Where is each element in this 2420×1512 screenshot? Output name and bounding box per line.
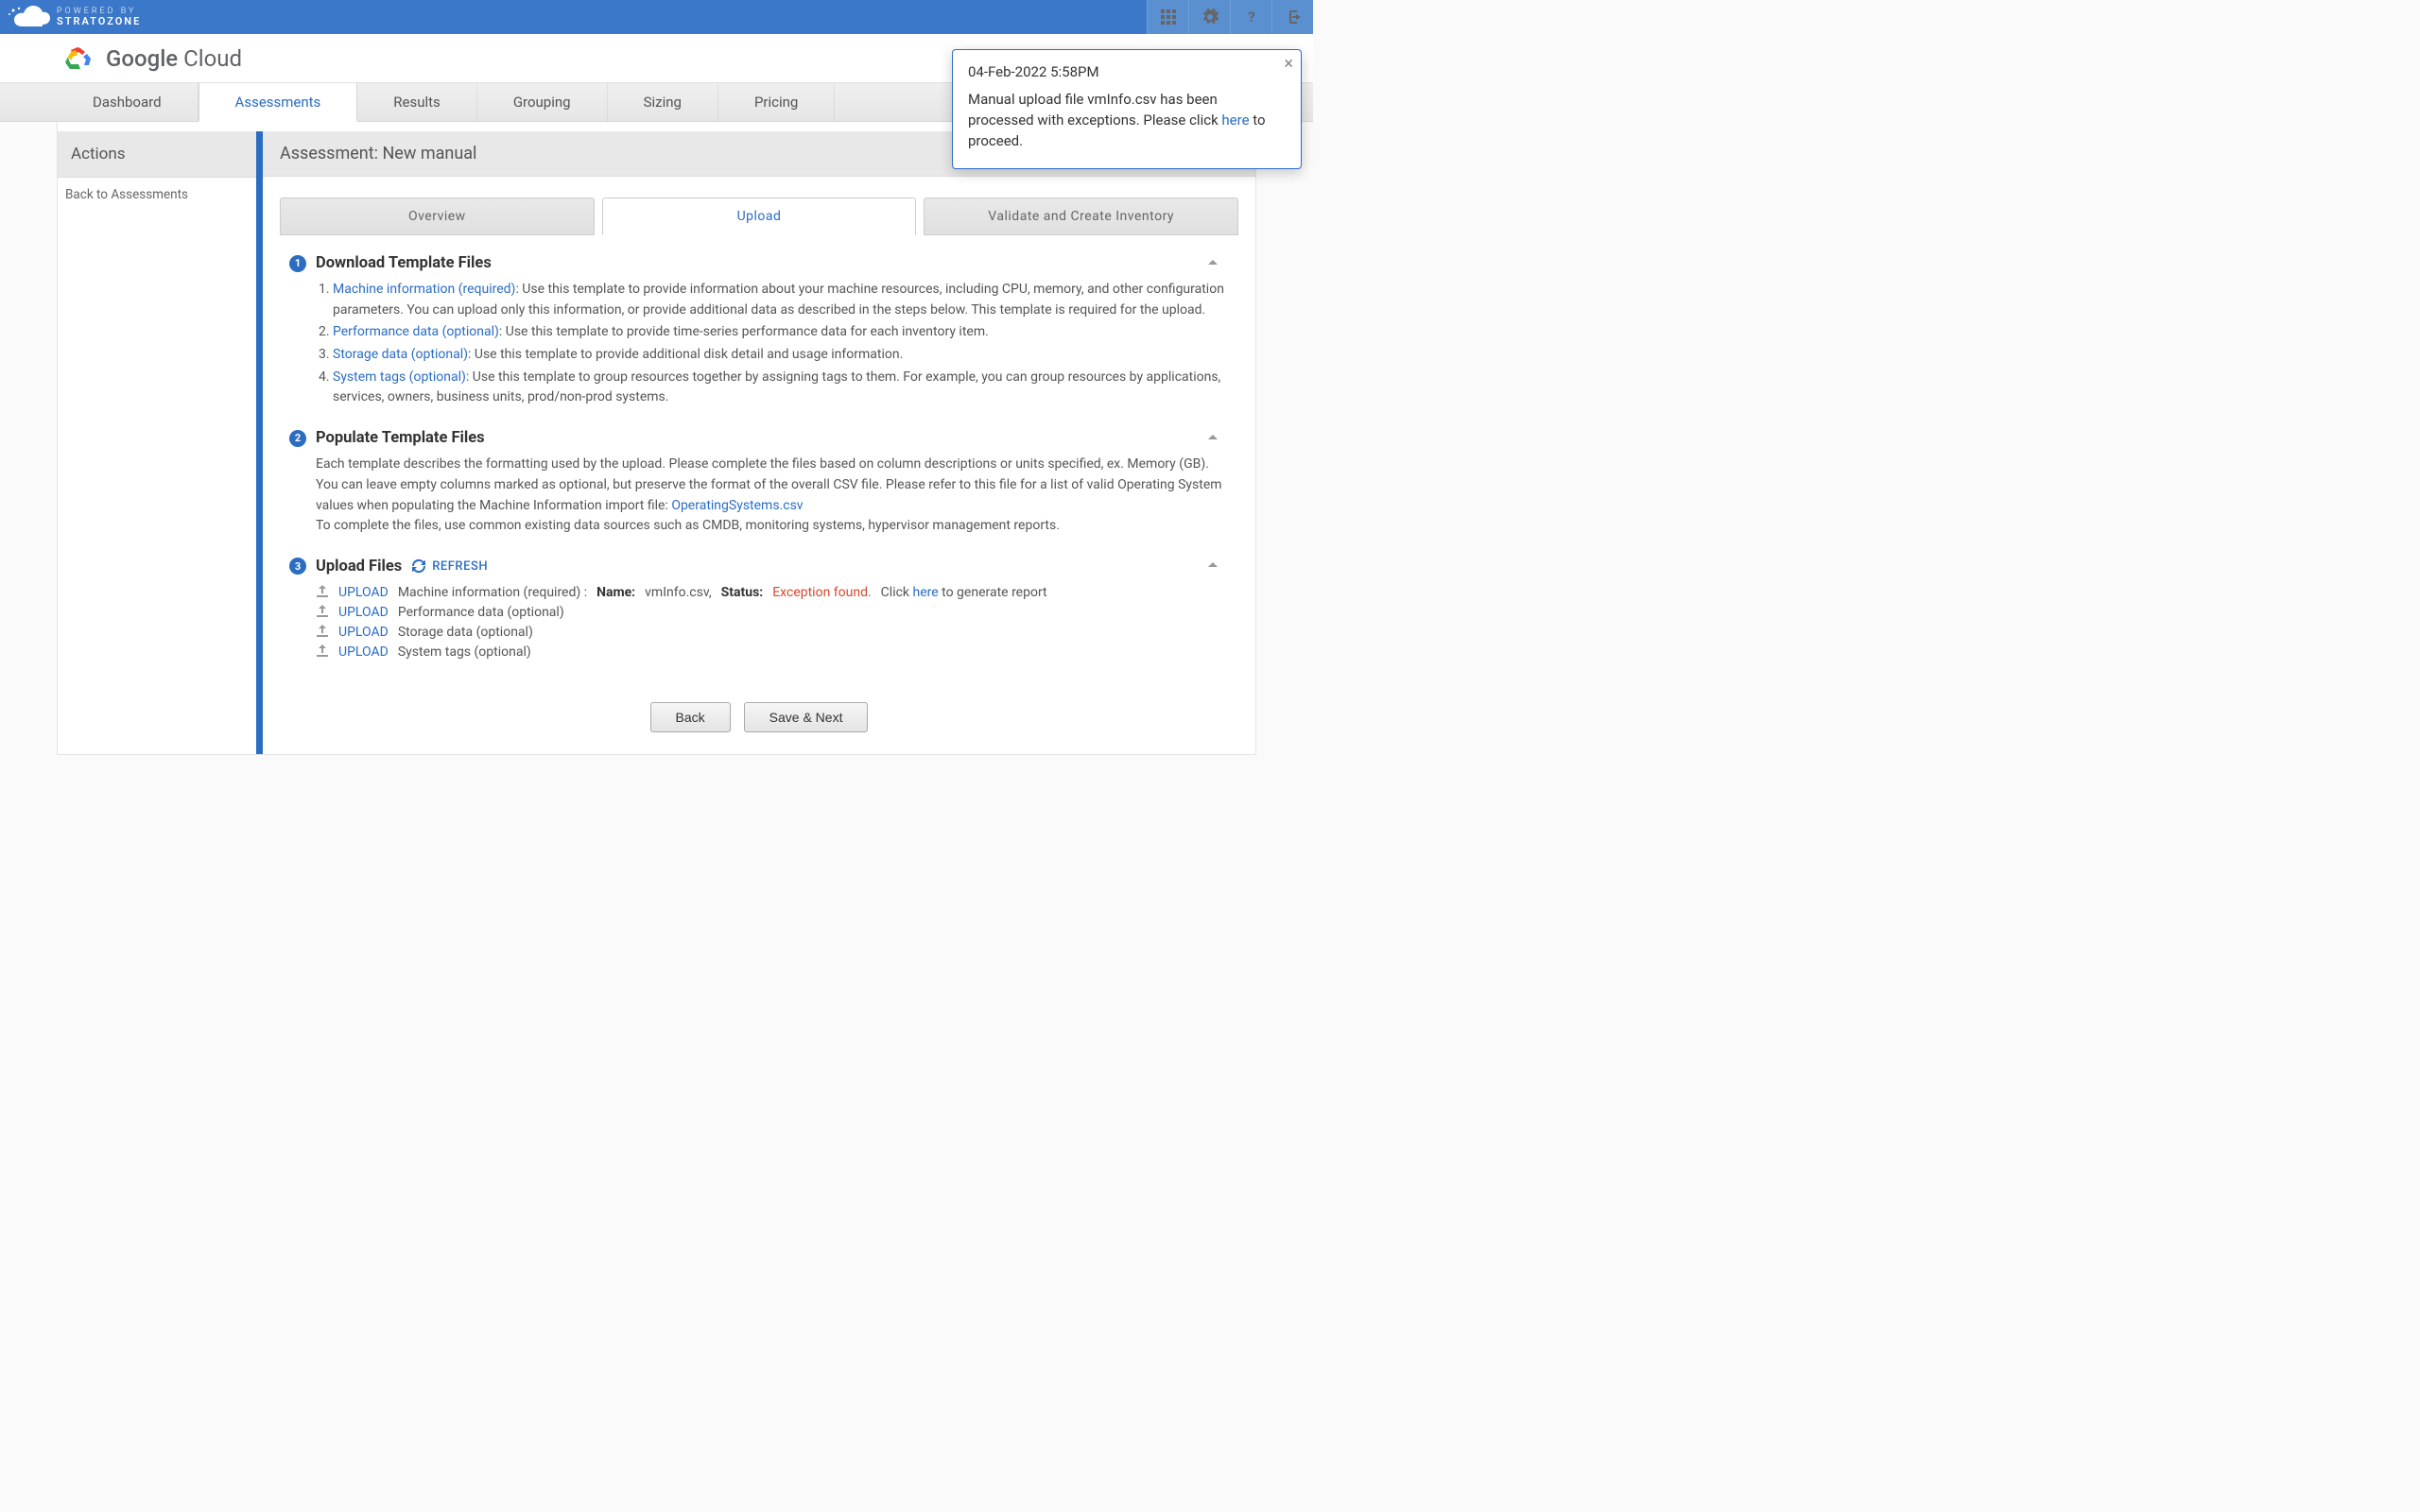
upload-icon bbox=[316, 585, 329, 601]
upload-link-storage[interactable]: UPLOAD bbox=[338, 625, 389, 640]
upload-row-machine: UPLOAD Machine information (required) : … bbox=[316, 583, 1229, 603]
step-populate: 2 Populate Template Files Each template … bbox=[289, 429, 1229, 537]
gcloud-logo: Google Cloud bbox=[60, 43, 242, 74]
topbar: POWERED BY STRATOZONE ? bbox=[0, 0, 1313, 34]
template-item-tags: System tags (optional): Use this templat… bbox=[333, 368, 1229, 408]
nav-results[interactable]: Results bbox=[357, 83, 477, 121]
chevron-up-icon[interactable] bbox=[1206, 430, 1219, 447]
nav-assessments[interactable]: Assessments bbox=[199, 83, 358, 122]
upload-icon bbox=[316, 625, 329, 641]
nav-dashboard[interactable]: Dashboard bbox=[57, 83, 199, 121]
brand-line2: STRATOZONE bbox=[57, 16, 141, 26]
step-num-1: 1 bbox=[289, 255, 306, 272]
nav-sizing[interactable]: Sizing bbox=[608, 83, 718, 121]
upload-row-perf: UPLOAD Performance data (optional) bbox=[316, 603, 1229, 623]
status-error: Exception found. bbox=[772, 585, 871, 600]
cloud-icon bbox=[8, 6, 51, 28]
gcloud-icon bbox=[60, 43, 95, 74]
gear-icon[interactable] bbox=[1188, 0, 1230, 34]
logout-icon[interactable] bbox=[1271, 0, 1313, 34]
upload-icon bbox=[316, 605, 329, 621]
template-item-perf: Performance data (optional): Use this te… bbox=[333, 322, 1229, 343]
refresh-button[interactable]: REFRESH bbox=[411, 558, 488, 574]
tab-overview[interactable]: Overview bbox=[280, 198, 595, 235]
body: Actions Back to Assessments Assessment: … bbox=[57, 122, 1256, 755]
button-row: Back Save & Next bbox=[289, 702, 1229, 732]
toast-time: 04-Feb-2022 5:58PM bbox=[968, 63, 1286, 80]
template-link-storage[interactable]: Storage data (optional) bbox=[333, 347, 468, 362]
step-num-2: 2 bbox=[289, 430, 306, 447]
content-rail bbox=[256, 131, 263, 754]
template-link-perf[interactable]: Performance data (optional) bbox=[333, 324, 499, 339]
sidebar-header: Actions bbox=[58, 131, 256, 178]
template-link-machine[interactable]: Machine information (required) bbox=[333, 282, 515, 297]
refresh-icon bbox=[411, 558, 426, 574]
toast-body: Manual upload file vmInfo.csv has been p… bbox=[968, 90, 1286, 151]
step-num-3: 3 bbox=[289, 558, 306, 575]
upload-row-tags: UPLOAD System tags (optional) bbox=[316, 643, 1229, 662]
save-next-button[interactable]: Save & Next bbox=[744, 702, 869, 732]
step3-title: Upload Files bbox=[316, 558, 402, 576]
nav-pricing[interactable]: Pricing bbox=[718, 83, 835, 121]
tab-upload[interactable]: Upload bbox=[602, 198, 917, 235]
chevron-up-icon[interactable] bbox=[1206, 558, 1219, 575]
brand-logo: POWERED BY STRATOZONE bbox=[8, 6, 141, 28]
upload-link-perf[interactable]: UPLOAD bbox=[338, 605, 389, 620]
upload-link-machine[interactable]: UPLOAD bbox=[338, 585, 389, 600]
nav-grouping[interactable]: Grouping bbox=[477, 83, 608, 121]
step-download: 1 Download Template Files Machine inform… bbox=[289, 254, 1229, 408]
template-item-machine: Machine information (required): Use this… bbox=[333, 280, 1229, 320]
toast-here-link[interactable]: here bbox=[1221, 112, 1249, 129]
step-upload: 3 Upload Files REFRESH UPLOAD Machine in… bbox=[289, 558, 1229, 662]
svg-text:?: ? bbox=[1248, 9, 1254, 26]
panel: 1 Download Template Files Machine inform… bbox=[263, 235, 1255, 742]
tab-validate[interactable]: Validate and Create Inventory bbox=[924, 198, 1238, 235]
sidebar: Actions Back to Assessments bbox=[58, 131, 256, 754]
back-button[interactable]: Back bbox=[650, 702, 731, 732]
upload-row-storage: UPLOAD Storage data (optional) bbox=[316, 623, 1229, 643]
upload-link-tags[interactable]: UPLOAD bbox=[338, 644, 389, 660]
subtabs: Overview Upload Validate and Create Inve… bbox=[280, 198, 1238, 235]
help-icon[interactable]: ? bbox=[1230, 0, 1271, 34]
upload-icon bbox=[316, 644, 329, 661]
close-icon[interactable]: × bbox=[1284, 56, 1293, 73]
gcloud-text: Google Cloud bbox=[106, 45, 242, 72]
template-item-storage: Storage data (optional): Use this templa… bbox=[333, 345, 1229, 366]
generate-report-link[interactable]: here bbox=[913, 585, 939, 600]
apps-icon[interactable] bbox=[1147, 0, 1188, 34]
content: Assessment: New manual Overview Upload V… bbox=[263, 131, 1255, 754]
os-file-link[interactable]: OperatingSystems.csv bbox=[671, 498, 803, 513]
notification-toast: × 04-Feb-2022 5:58PM Manual upload file … bbox=[952, 49, 1302, 169]
step1-title: Download Template Files bbox=[316, 254, 492, 272]
template-link-tags[interactable]: System tags (optional) bbox=[333, 369, 466, 385]
chevron-up-icon[interactable] bbox=[1206, 255, 1219, 272]
sidebar-back-link[interactable]: Back to Assessments bbox=[58, 178, 256, 212]
step2-title: Populate Template Files bbox=[316, 429, 485, 447]
